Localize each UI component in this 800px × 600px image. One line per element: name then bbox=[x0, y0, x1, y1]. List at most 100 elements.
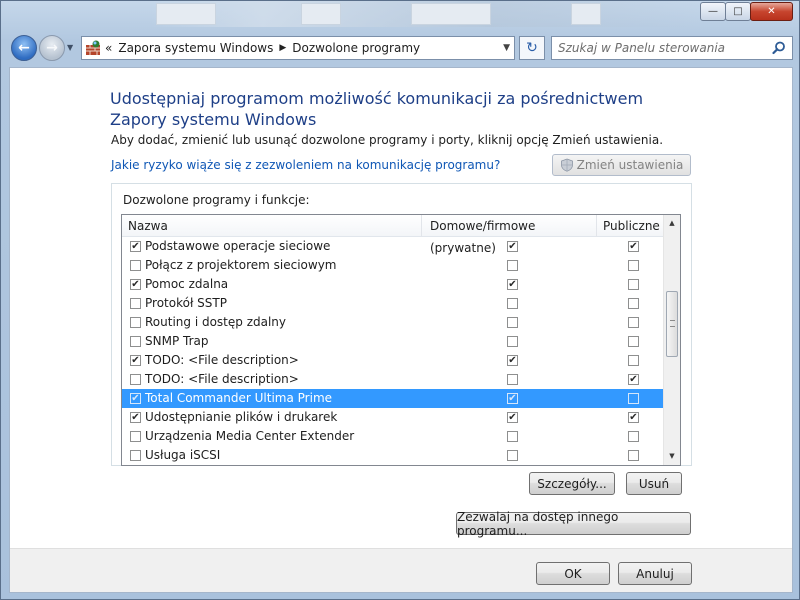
page-title: Udostępniaj programom możliwość komunika… bbox=[110, 89, 644, 129]
scroll-down-icon[interactable]: ▼ bbox=[664, 448, 680, 465]
firewall-icon bbox=[86, 40, 100, 55]
program-name: Pomoc zdalna bbox=[145, 277, 229, 291]
public-network-checkbox[interactable] bbox=[628, 355, 639, 366]
program-name: TODO: <File description> bbox=[145, 372, 299, 386]
breadcrumb-separator-icon[interactable]: ▶ bbox=[279, 43, 286, 53]
content-pane: Udostępniaj programom możliwość komunika… bbox=[9, 67, 793, 593]
recent-pages-dropdown-icon[interactable]: ▼ bbox=[67, 43, 73, 52]
risk-help-link[interactable]: Jakie ryzyko wiąże się z zezwoleniem na … bbox=[111, 158, 500, 172]
program-enabled-checkbox[interactable] bbox=[130, 431, 141, 442]
minimize-button[interactable]: — bbox=[700, 2, 726, 21]
private-network-checkbox[interactable] bbox=[507, 431, 518, 442]
public-network-checkbox[interactable]: ✔ bbox=[628, 374, 639, 385]
address-dropdown-icon[interactable]: ▼ bbox=[503, 43, 510, 53]
breadcrumb-firewall[interactable]: Zapora systemu Windows bbox=[118, 41, 273, 55]
program-row[interactable]: ✔ Udostępnianie plików i drukarek ✔ ✔ bbox=[122, 408, 667, 427]
program-enabled-checkbox[interactable] bbox=[130, 317, 141, 328]
close-button[interactable]: ✕ bbox=[750, 2, 793, 21]
public-network-checkbox[interactable] bbox=[628, 279, 639, 290]
breadcrumb-allowed-programs[interactable]: Dozwolone programy bbox=[292, 41, 420, 55]
public-network-checkbox[interactable]: ✔ bbox=[628, 412, 639, 423]
search-input[interactable]: Szukaj w Panelu sterowania bbox=[551, 36, 793, 60]
background-glimpse bbox=[151, 1, 711, 27]
public-network-checkbox[interactable] bbox=[628, 298, 639, 309]
change-settings-button[interactable]: Zmień ustawienia bbox=[552, 154, 691, 176]
program-row[interactable]: ✔ TODO: <File description> ✔ bbox=[122, 351, 667, 370]
ok-button[interactable]: OK bbox=[536, 562, 610, 585]
column-header-name[interactable]: Nazwa bbox=[122, 215, 422, 237]
private-network-checkbox[interactable]: ✔ bbox=[507, 355, 518, 366]
programs-rows: ✔ Podstawowe operacje sieciowe ✔ ✔ Połącz z … bbox=[122, 237, 667, 465]
program-row[interactable]: TODO: <File description> ✔ bbox=[122, 370, 667, 389]
private-network-checkbox[interactable] bbox=[507, 374, 518, 385]
public-network-checkbox[interactable] bbox=[628, 450, 639, 461]
public-network-checkbox[interactable] bbox=[628, 393, 639, 404]
group-label: Dozwolone programy i funkcje: bbox=[123, 193, 310, 207]
program-name: Usługa iSCSI bbox=[145, 448, 221, 462]
program-enabled-checkbox[interactable] bbox=[130, 298, 141, 309]
private-network-checkbox[interactable]: ✔ bbox=[507, 279, 518, 290]
program-row[interactable]: ✔ Podstawowe operacje sieciowe ✔ ✔ bbox=[122, 237, 667, 256]
public-network-checkbox[interactable] bbox=[628, 317, 639, 328]
program-row[interactable]: Urządzenia Media Center Extender bbox=[122, 427, 667, 446]
program-enabled-checkbox[interactable] bbox=[130, 374, 141, 385]
program-name: Routing i dostęp zdalny bbox=[145, 315, 287, 329]
program-enabled-checkbox[interactable]: ✔ bbox=[130, 279, 141, 290]
program-name: SNMP Trap bbox=[145, 334, 209, 348]
maximize-button[interactable]: □ bbox=[725, 2, 751, 21]
back-button[interactable]: ← bbox=[11, 35, 37, 61]
program-enabled-checkbox[interactable] bbox=[130, 260, 141, 271]
search-placeholder: Szukaj w Panelu sterowania bbox=[558, 41, 726, 55]
public-network-checkbox[interactable] bbox=[628, 431, 639, 442]
refresh-button[interactable]: ↻ bbox=[519, 36, 545, 60]
program-enabled-checkbox[interactable]: ✔ bbox=[130, 355, 141, 366]
program-name: TODO: <File description> bbox=[145, 353, 299, 367]
program-enabled-checkbox[interactable]: ✔ bbox=[130, 412, 141, 423]
details-button[interactable]: Szczegóły... bbox=[529, 472, 615, 495]
program-enabled-checkbox[interactable]: ✔ bbox=[130, 393, 141, 404]
forward-button[interactable]: → bbox=[39, 35, 65, 61]
remove-button[interactable]: Usuń bbox=[626, 472, 682, 495]
program-row[interactable]: ✔ Total Commander Ultima Prime ✔ bbox=[122, 389, 667, 408]
private-network-checkbox[interactable]: ✔ bbox=[507, 241, 518, 252]
allow-another-program-button[interactable]: Zezwalaj na dostęp innego programu... bbox=[456, 510, 691, 538]
private-network-checkbox[interactable] bbox=[507, 450, 518, 461]
program-row[interactable]: SNMP Trap bbox=[122, 332, 667, 351]
title-bar: — □ ✕ bbox=[1, 1, 799, 33]
program-enabled-checkbox[interactable] bbox=[130, 336, 141, 347]
address-bar[interactable]: « Zapora systemu Windows ▶ Dozwolone pro… bbox=[81, 36, 515, 60]
private-network-checkbox[interactable] bbox=[507, 336, 518, 347]
navigation-bar: ← → ▼ « Zapora systemu Windows ▶ Dozwolo… bbox=[1, 33, 799, 63]
program-enabled-checkbox[interactable]: ✔ bbox=[130, 241, 141, 252]
program-row[interactable]: Połącz z projektorem sieciowym bbox=[122, 256, 667, 275]
program-row[interactable]: Routing i dostęp zdalny bbox=[122, 313, 667, 332]
private-network-checkbox[interactable] bbox=[507, 317, 518, 328]
search-icon[interactable] bbox=[772, 41, 786, 55]
private-network-checkbox[interactable]: ✔ bbox=[507, 393, 518, 404]
address-prefix: « bbox=[105, 41, 113, 55]
change-settings-label: Zmień ustawienia bbox=[576, 158, 684, 172]
scroll-up-icon[interactable]: ▲ bbox=[664, 215, 680, 232]
cancel-button[interactable]: Anuluj bbox=[618, 562, 692, 585]
program-row[interactable]: Usługa iSCSI bbox=[122, 446, 667, 465]
public-network-checkbox[interactable]: ✔ bbox=[628, 241, 639, 252]
private-network-checkbox[interactable] bbox=[507, 298, 518, 309]
column-header-home[interactable]: Domowe/firmowe (prywatne) bbox=[422, 215, 597, 255]
scroll-thumb[interactable] bbox=[666, 291, 678, 357]
program-name: Połącz z projektorem sieciowym bbox=[145, 258, 337, 272]
program-name: Protokół SSTP bbox=[145, 296, 227, 310]
private-network-checkbox[interactable] bbox=[507, 260, 518, 271]
public-network-checkbox[interactable] bbox=[628, 260, 639, 271]
window-frame: — □ ✕ ← → ▼ « Zapora systemu Windows ▶ D… bbox=[0, 0, 800, 600]
program-enabled-checkbox[interactable] bbox=[130, 450, 141, 461]
private-network-checkbox[interactable]: ✔ bbox=[507, 412, 518, 423]
dialog-footer: OK Anuluj bbox=[10, 548, 792, 592]
vertical-scrollbar[interactable]: ▲ ▼ bbox=[663, 215, 680, 465]
program-row[interactable]: ✔ Pomoc zdalna ✔ bbox=[122, 275, 667, 294]
window-controls: — □ ✕ bbox=[700, 2, 793, 21]
page-description: Aby dodać, zmienić lub usunąć dozwolone … bbox=[111, 133, 664, 147]
program-row[interactable]: Protokół SSTP bbox=[122, 294, 667, 313]
programs-list[interactable]: Nazwa Domowe/firmowe (prywatne) Publiczn… bbox=[121, 214, 681, 466]
public-network-checkbox[interactable] bbox=[628, 336, 639, 347]
column-header-public[interactable]: Publiczne bbox=[597, 215, 667, 237]
